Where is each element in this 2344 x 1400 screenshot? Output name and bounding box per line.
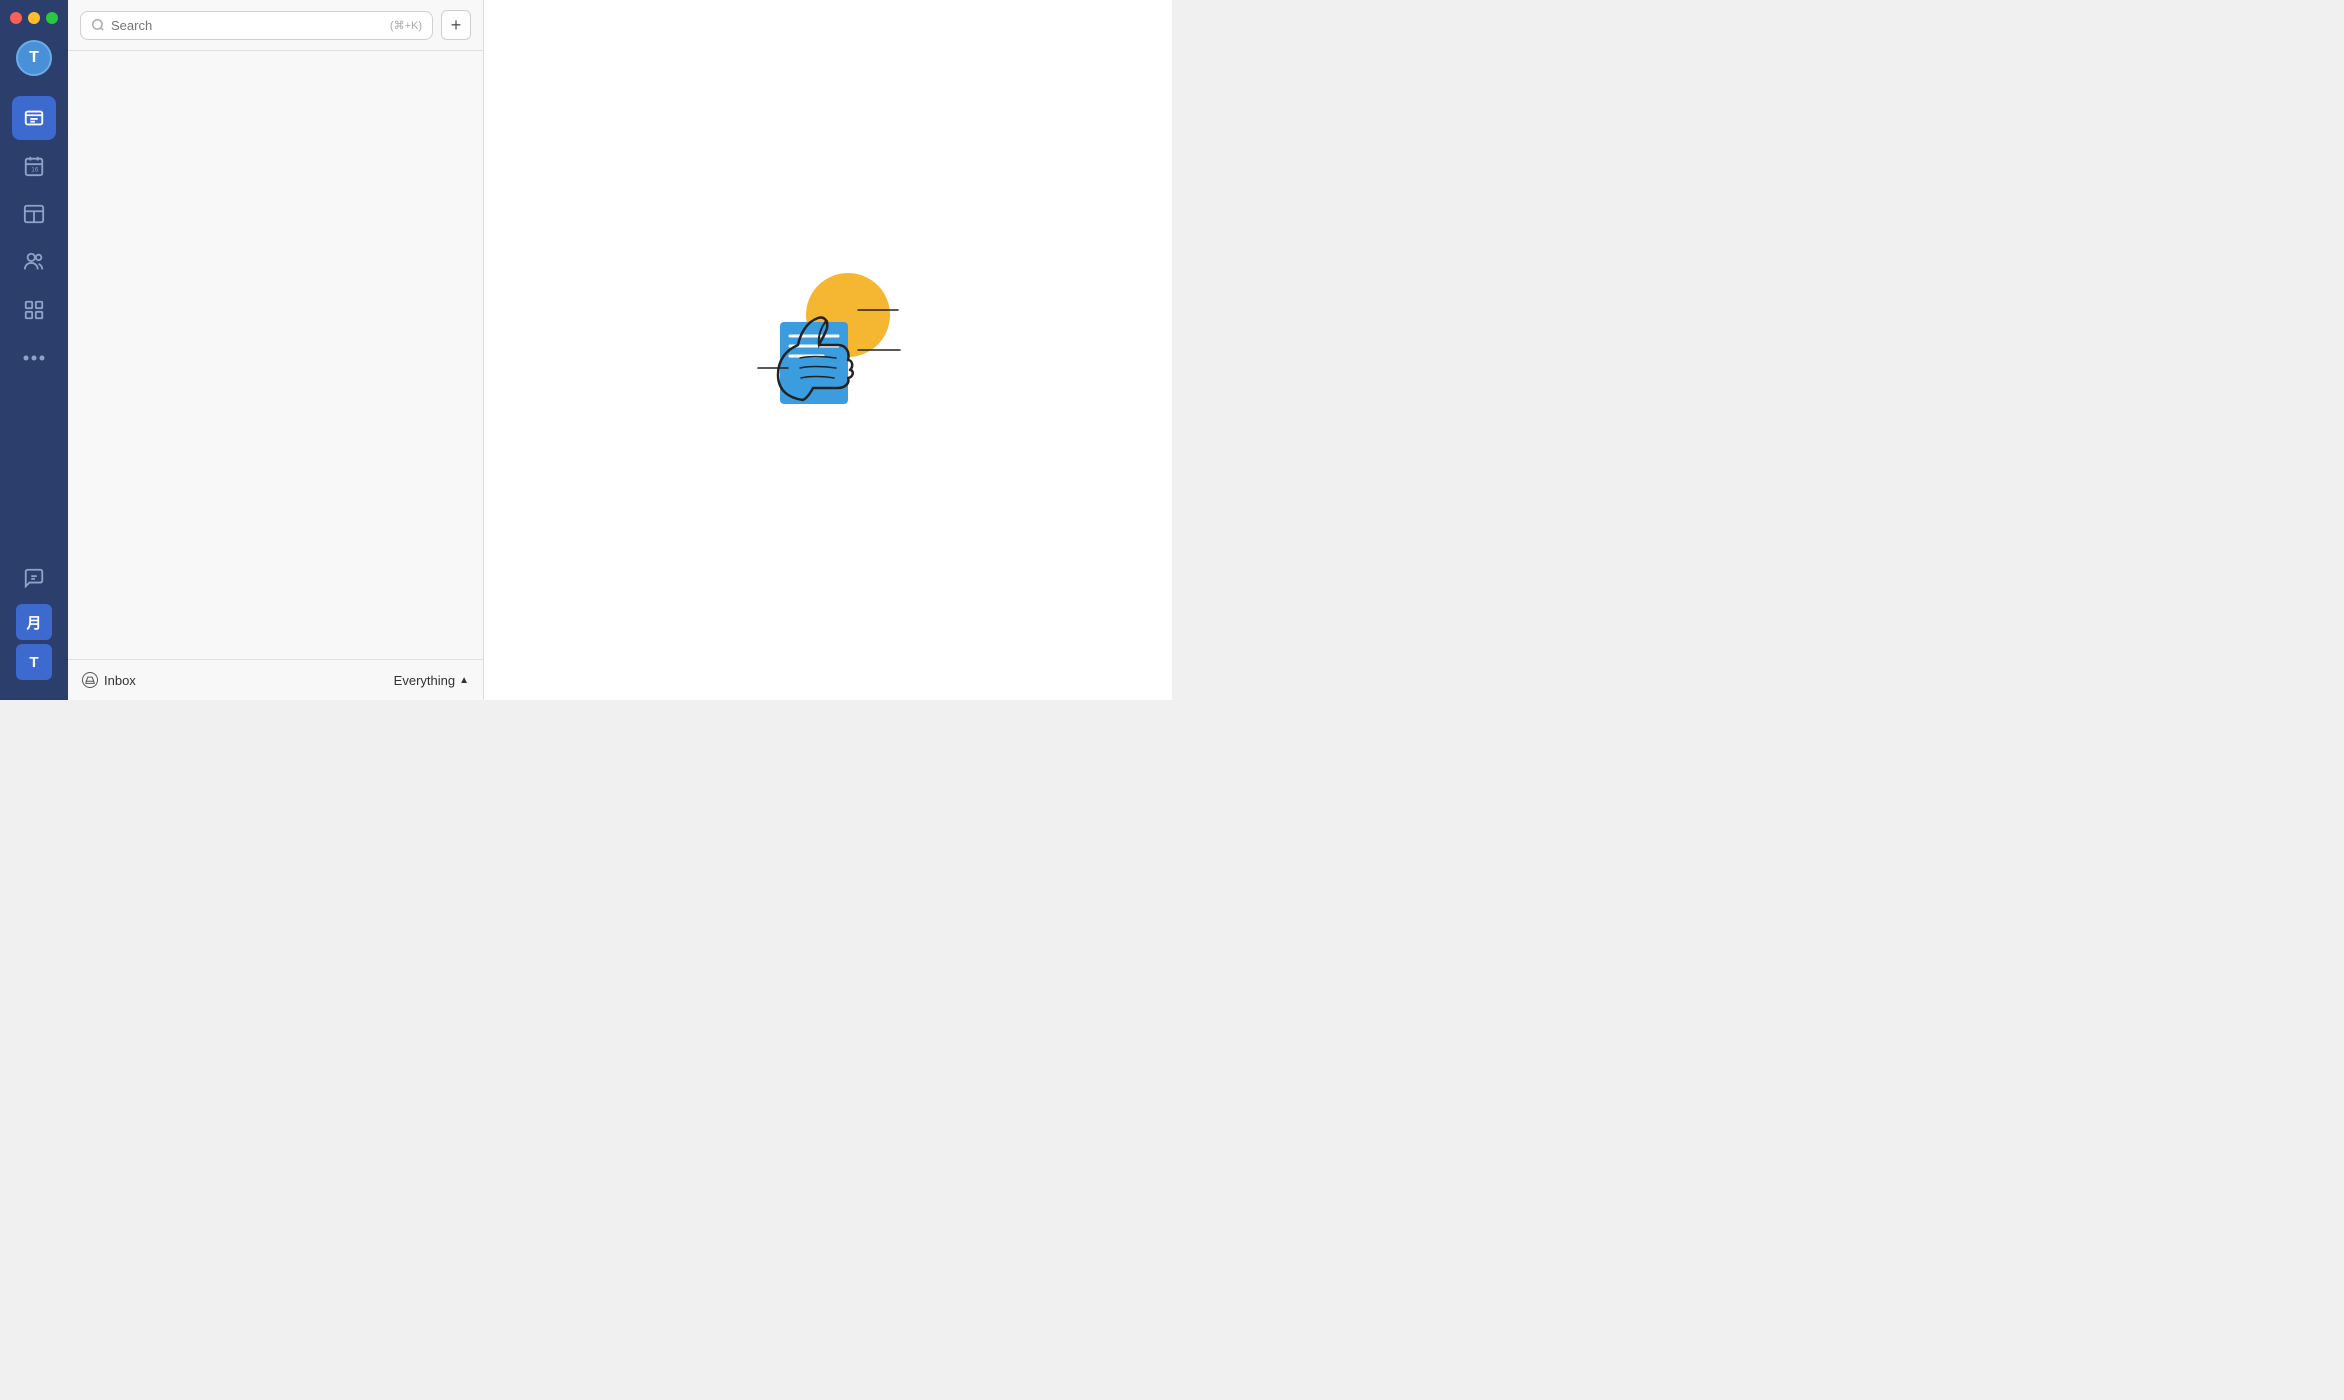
search-icon — [91, 18, 105, 32]
minimize-button[interactable] — [28, 12, 40, 24]
nav-bottom: 月 T — [12, 556, 56, 688]
nav-item-month[interactable]: 月 — [16, 604, 52, 640]
svg-text:16: 16 — [31, 167, 39, 174]
nav-item-messages[interactable] — [12, 96, 56, 140]
nav-item-calendar[interactable]: 16 — [12, 144, 56, 188]
user-label: T — [29, 654, 38, 671]
chevron-up-icon: ▲ — [459, 675, 469, 686]
avatar[interactable]: T — [16, 40, 52, 76]
search-input-wrapper[interactable]: (⌘+K) — [80, 11, 433, 40]
everything-text: Everything — [394, 673, 455, 688]
nav-item-grid[interactable] — [12, 288, 56, 332]
nav-item-contacts[interactable] — [12, 240, 56, 284]
main-content — [484, 0, 1172, 700]
nav-item-more[interactable] — [12, 336, 56, 380]
nav-item-chat[interactable] — [12, 556, 56, 600]
search-bar: (⌘+K) + — [68, 0, 483, 51]
nav-item-board[interactable] — [12, 192, 56, 236]
add-button[interactable]: + — [441, 10, 471, 40]
avatar-label: T — [29, 49, 39, 67]
nav-item-user[interactable]: T — [16, 644, 52, 680]
bottom-bar: Inbox Everything ▲ — [68, 659, 483, 700]
everything-button[interactable]: Everything ▲ — [394, 673, 469, 688]
inbox-icon — [82, 672, 98, 688]
inbox-label: Inbox — [82, 672, 136, 688]
close-button[interactable] — [10, 12, 22, 24]
window-controls — [10, 12, 58, 24]
maximize-button[interactable] — [46, 12, 58, 24]
middle-panel: (⌘+K) + Inbox Everything ▲ — [68, 0, 484, 700]
month-label: 月 — [26, 612, 41, 633]
icon-bar: T 16 — [0, 0, 68, 700]
search-input[interactable] — [111, 18, 384, 33]
middle-content — [68, 51, 483, 659]
search-shortcut: (⌘+K) — [390, 19, 422, 32]
inbox-text: Inbox — [104, 673, 136, 688]
nav-items: 16 — [12, 96, 56, 556]
empty-state-illustration — [728, 250, 928, 450]
